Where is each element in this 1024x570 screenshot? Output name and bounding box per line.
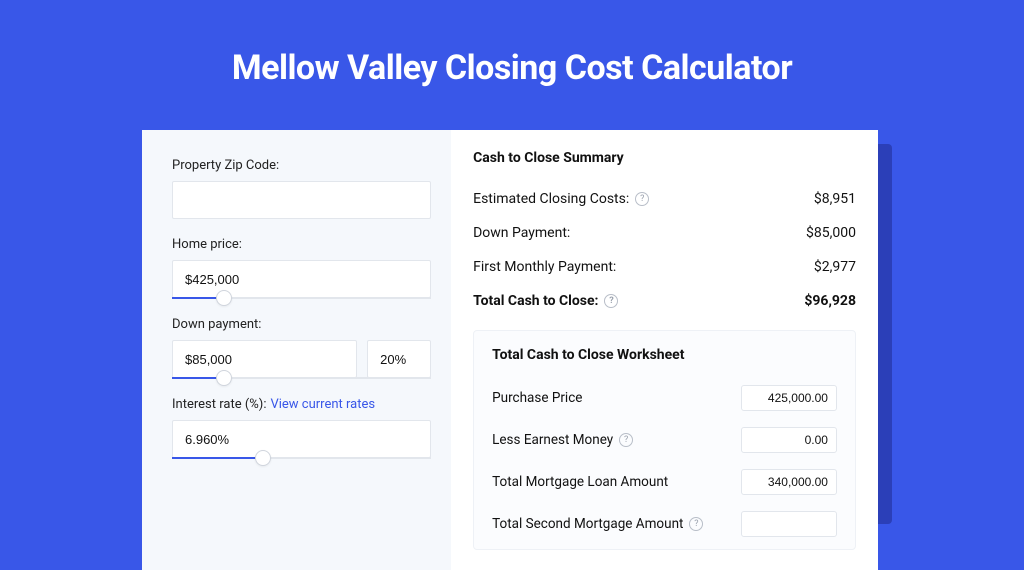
worksheet-panel: Total Cash to Close Worksheet Purchase P… [473, 330, 856, 550]
worksheet-row-input[interactable] [741, 385, 837, 411]
help-icon[interactable]: ? [604, 294, 618, 308]
summary-row: Total Cash to Close: ? $96,928 [473, 284, 856, 318]
worksheet-row-input[interactable] [741, 469, 837, 495]
help-icon[interactable]: ? [635, 192, 649, 206]
interest-label: Interest rate (%): [172, 397, 266, 412]
worksheet-row-label: Less Earnest Money [492, 432, 613, 448]
worksheet-row: Total Mortgage Loan Amount [492, 461, 837, 503]
slider-thumb-icon[interactable] [216, 370, 232, 386]
down-payment-pct-input[interactable] [367, 340, 431, 378]
down-payment-label: Down payment: [172, 317, 431, 332]
slider-thumb-icon[interactable] [255, 450, 271, 466]
slider-thumb-icon[interactable] [216, 290, 232, 306]
worksheet-row: Total Second Mortgage Amount ? [492, 503, 837, 545]
zip-group: Property Zip Code: [172, 158, 431, 219]
worksheet-row-input[interactable] [741, 511, 837, 537]
summary-row-label: Down Payment: [473, 225, 570, 241]
interest-slider[interactable] [172, 457, 431, 459]
summary-title: Cash to Close Summary [473, 150, 856, 166]
home-price-group: Home price: [172, 237, 431, 299]
home-price-label: Home price: [172, 237, 431, 252]
worksheet-row: Less Earnest Money ? [492, 419, 837, 461]
worksheet-title: Total Cash to Close Worksheet [492, 347, 837, 363]
summary-row-value: $8,951 [814, 191, 856, 207]
zip-input[interactable] [172, 181, 431, 219]
worksheet-row-label: Purchase Price [492, 390, 582, 406]
home-price-slider[interactable] [172, 297, 431, 299]
summary-panel: Cash to Close Summary Estimated Closing … [451, 130, 878, 570]
interest-input[interactable] [172, 420, 431, 458]
summary-row-label: First Monthly Payment: [473, 259, 616, 275]
page-title: Mellow Valley Closing Cost Calculator [0, 0, 1024, 116]
summary-row: Down Payment: $85,000 [473, 216, 856, 250]
form-panel: Property Zip Code: Home price: Down paym… [142, 130, 451, 570]
zip-label: Property Zip Code: [172, 158, 431, 173]
summary-row-value: $96,928 [804, 293, 856, 309]
summary-row: Estimated Closing Costs: ? $8,951 [473, 182, 856, 216]
summary-row-value: $2,977 [814, 259, 856, 275]
help-icon[interactable]: ? [619, 433, 633, 447]
summary-row-label: Total Cash to Close: [473, 293, 598, 309]
worksheet-row-label: Total Second Mortgage Amount [492, 516, 683, 532]
summary-row: First Monthly Payment: $2,977 [473, 250, 856, 284]
interest-group: Interest rate (%): View current rates [172, 397, 431, 459]
calculator-card: Property Zip Code: Home price: Down paym… [142, 130, 878, 570]
home-price-input[interactable] [172, 260, 431, 298]
down-payment-input[interactable] [172, 340, 357, 378]
help-icon[interactable]: ? [689, 517, 703, 531]
down-payment-slider[interactable] [172, 377, 431, 379]
summary-row-label: Estimated Closing Costs: [473, 191, 629, 207]
worksheet-row-input[interactable] [741, 427, 837, 453]
down-payment-group: Down payment: [172, 317, 431, 379]
view-rates-link[interactable]: View current rates [270, 397, 375, 412]
summary-row-value: $85,000 [806, 225, 856, 241]
worksheet-row: Purchase Price [492, 377, 837, 419]
worksheet-row-label: Total Mortgage Loan Amount [492, 474, 668, 490]
